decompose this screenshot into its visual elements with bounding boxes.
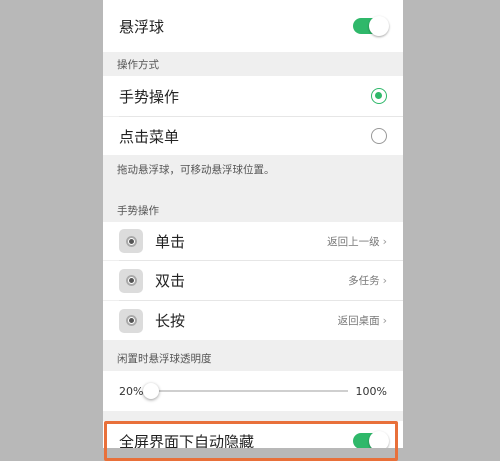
option-gesture-row[interactable]: 手势操作	[103, 76, 403, 116]
gesture-double-tap-row[interactable]: 双击 多任务 ›	[103, 261, 403, 300]
gesture-single-tap-row[interactable]: 单击 返回上一级 ›	[103, 222, 403, 260]
transparency-max-label: 100%	[355, 384, 387, 398]
transparency-slider-track[interactable]	[143, 383, 348, 399]
floating-ball-label: 悬浮球	[119, 17, 165, 36]
gesture-long-press-value: 返回桌面	[337, 315, 380, 327]
toggle-knob	[369, 16, 389, 36]
gesture-long-press-label: 长按	[155, 312, 186, 330]
transparency-slider-row: 20% 100%	[103, 371, 403, 411]
double-tap-icon	[119, 268, 143, 293]
option-gesture-label: 手势操作	[119, 87, 180, 106]
gesture-double-tap-label: 双击	[155, 272, 186, 290]
gesture-single-tap-label: 单击	[155, 232, 186, 251]
transparency-min-label: 20%	[119, 384, 144, 398]
chevron-right-icon: ›	[382, 234, 387, 248]
gesture-double-tap-value: 多任务	[348, 275, 380, 287]
option-menu-radio[interactable]	[371, 128, 387, 144]
option-menu-row[interactable]: 点击菜单	[103, 117, 403, 155]
transparency-header: 闲置时悬浮球透明度	[117, 352, 212, 365]
settings-screen: 悬浮球 操作方式 手势操作 点击菜单 拖动悬浮球，可移动悬浮球位置。 手势操作 …	[103, 0, 403, 448]
option-menu-label: 点击菜单	[119, 127, 180, 146]
operation-mode-header: 操作方式	[117, 58, 159, 71]
transparency-slider-thumb[interactable]	[143, 383, 160, 399]
long-press-icon	[119, 308, 143, 333]
option-gesture-radio[interactable]	[371, 88, 387, 104]
chevron-right-icon: ›	[382, 314, 387, 327]
gesture-header: 手势操作	[117, 204, 159, 217]
gesture-long-press-row[interactable]: 长按 返回桌面 ›	[103, 301, 403, 340]
floating-ball-toggle[interactable]	[353, 16, 389, 36]
floating-ball-row[interactable]: 悬浮球	[103, 0, 403, 52]
single-tap-icon	[119, 229, 143, 253]
chevron-right-icon: ›	[382, 274, 387, 287]
gesture-single-tap-value: 返回上一级	[327, 235, 380, 248]
operation-hint: 拖动悬浮球，可移动悬浮球位置。	[117, 163, 275, 176]
highlight-box	[104, 421, 398, 461]
